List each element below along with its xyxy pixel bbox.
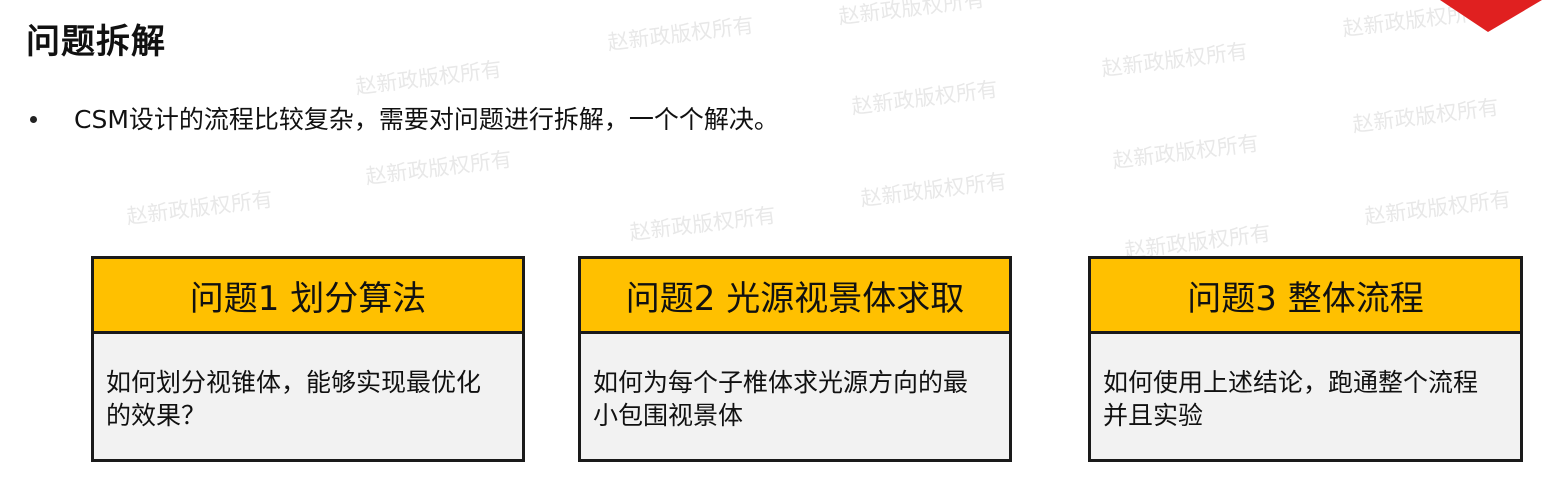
problem-card-heading: 问题2 光源视景体求取 [581,259,1009,334]
watermark: 赵新政版权所有 [1363,187,1513,229]
watermark: 赵新政版权所有 [1351,95,1501,137]
page-title: 问题拆解 [26,22,166,62]
watermark: 赵新政版权所有 [628,203,778,245]
watermark: 赵新政版权所有 [125,187,275,229]
watermark: 赵新政版权所有 [837,0,987,29]
corner-triangle-icon [1440,0,1542,32]
corner-accent [1422,0,1542,32]
problem-card-heading: 问题1 划分算法 [94,259,522,334]
bullet-dot-icon [30,115,37,123]
watermark: 赵新政版权所有 [1111,131,1261,173]
watermark: 赵新政版权所有 [364,147,514,189]
bullet-item: CSM设计的流程比较复杂，需要对问题进行拆解，一个个解决。 [30,100,779,136]
problem-card-1: 问题1 划分算法 如何划分视锥体，能够实现最优化的效果？ [91,256,525,462]
watermark: 赵新政版权所有 [606,13,756,55]
problem-card-3: 问题3 整体流程 如何使用上述结论，跑通整个流程并且实验 [1088,256,1523,462]
watermark: 赵新政版权所有 [354,57,504,99]
watermark: 赵新政版权所有 [859,169,1009,211]
problem-card-body: 如何使用上述结论，跑通整个流程并且实验 [1103,368,1479,430]
bullet-text: CSM设计的流程比较复杂，需要对问题进行拆解，一个个解决。 [74,105,779,134]
problem-card-heading: 问题3 整体流程 [1091,259,1520,334]
problem-card-body: 如何划分视锥体，能够实现最优化的效果？ [106,368,482,430]
watermark: 赵新政版权所有 [1100,39,1250,81]
problem-card-body: 如何为每个子椎体求光源方向的最小包围视景体 [593,368,969,430]
watermark: 赵新政版权所有 [850,77,1000,119]
problem-card-2: 问题2 光源视景体求取 如何为每个子椎体求光源方向的最小包围视景体 [578,256,1012,462]
